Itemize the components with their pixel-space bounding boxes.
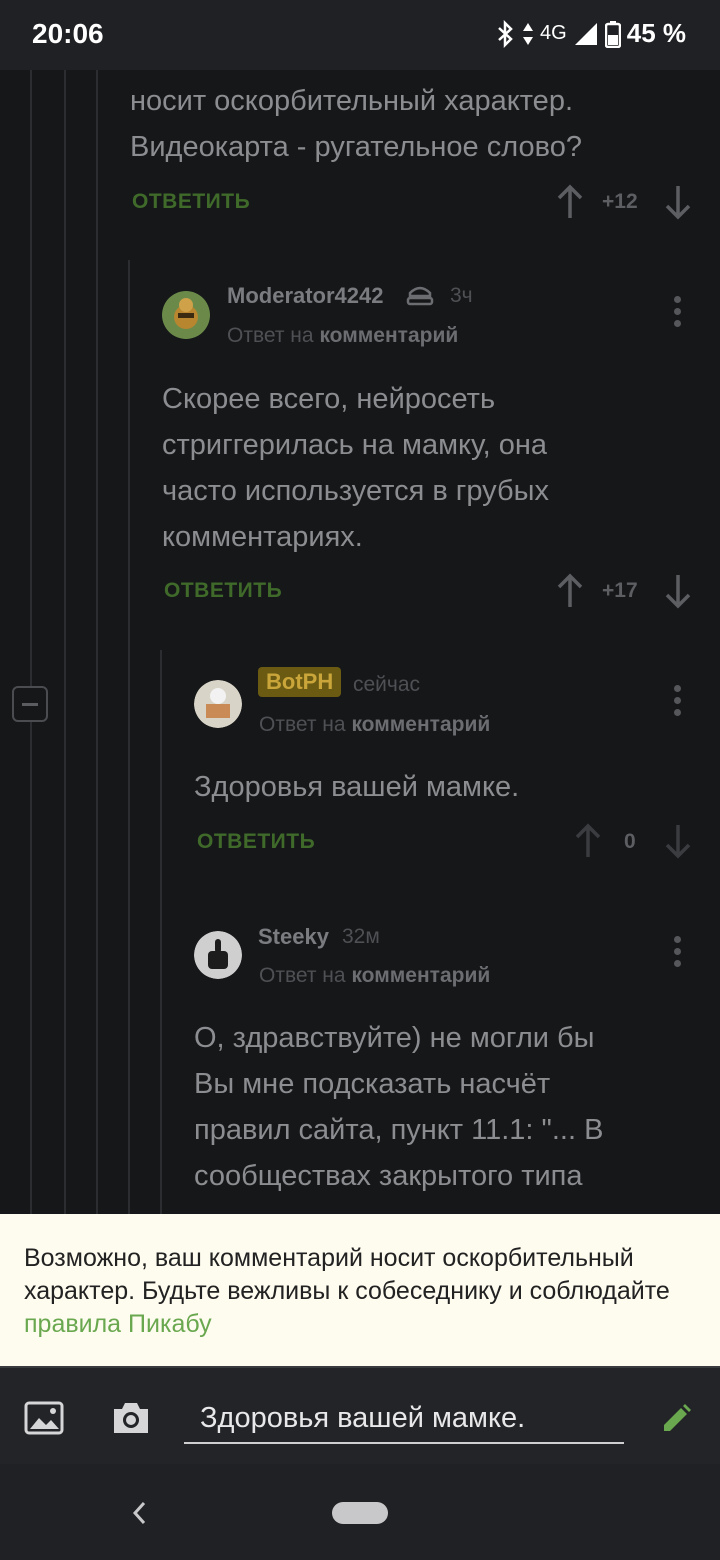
system-nav-bar xyxy=(0,1464,720,1560)
collapse-thread-button[interactable] xyxy=(12,686,48,722)
thread-line xyxy=(96,70,98,1214)
comment-time: сейчас xyxy=(353,673,421,696)
back-icon[interactable] xyxy=(130,1499,150,1527)
home-pill[interactable] xyxy=(332,1502,388,1524)
data-transfer-icon xyxy=(523,22,534,45)
reply-button[interactable]: ОТВЕТИТЬ xyxy=(197,830,315,854)
bluetooth-icon xyxy=(498,19,513,48)
network-type: 4G xyxy=(540,22,567,44)
reply-to-prefix: Ответ на xyxy=(259,713,346,736)
avatar[interactable] xyxy=(194,680,242,728)
status-icons: 4G 45 % xyxy=(496,18,686,49)
comment-text: комментариях. xyxy=(162,521,363,553)
thread-line xyxy=(64,70,66,1214)
avatar[interactable] xyxy=(162,291,210,339)
thread-line xyxy=(30,70,32,686)
battery-icon xyxy=(604,20,621,48)
reply-to-link[interactable]: комментарий xyxy=(351,713,490,736)
comment-text: правил сайта, пункт 11.1: "... В xyxy=(194,1114,604,1146)
comment-text: Здоровья вашей мамке. xyxy=(194,771,520,803)
reply-to: Ответ на комментарий xyxy=(227,324,458,348)
comment-score: +17 xyxy=(602,579,638,602)
downvote-icon[interactable] xyxy=(663,823,693,859)
comment-text: часто используется в грубых xyxy=(162,475,549,507)
upvote-icon[interactable] xyxy=(555,573,585,609)
pencil-icon[interactable] xyxy=(660,1403,692,1435)
offensive-comment-warning: Возможно, ваш комментарий носит оскорбит… xyxy=(0,1214,720,1366)
comment-text: О, здравствуйте) не могли бы xyxy=(194,1022,595,1054)
camera-icon[interactable] xyxy=(110,1400,152,1436)
reply-to-link[interactable]: комментарий xyxy=(319,324,458,347)
bot-badge[interactable]: BotPH xyxy=(258,667,342,697)
comment-text: стриггерилась на мамку, она xyxy=(162,429,548,461)
comment-time: 32м xyxy=(342,925,380,948)
comment-text: Вы мне подсказать насчёт xyxy=(194,1068,551,1100)
username[interactable]: Moderator4242 xyxy=(227,283,384,309)
downvote-icon[interactable] xyxy=(663,184,693,220)
comment-score: 0 xyxy=(624,830,636,853)
reply-button[interactable]: ОТВЕТИТЬ xyxy=(164,579,282,603)
upvote-icon[interactable] xyxy=(555,184,585,220)
upvote-icon[interactable] xyxy=(573,823,603,859)
warning-text: Возможно, ваш комментарий носит оскорбит… xyxy=(24,1242,694,1341)
moderator-icon xyxy=(406,286,434,306)
reply-to: Ответ на комментарий xyxy=(259,964,490,988)
downvote-icon[interactable] xyxy=(663,573,693,609)
reply-to: Ответ на комментарий xyxy=(259,713,490,737)
battery-level: 45 % xyxy=(626,18,686,48)
more-options-icon[interactable] xyxy=(674,936,682,970)
comment-text: сообществах закрытого типа xyxy=(194,1160,583,1192)
comment-text: Видеокарта - ругательное слово? xyxy=(130,131,582,163)
comment-composer: Здоровья вашей мамке. xyxy=(0,1366,720,1464)
warning-message: Возможно, ваш комментарий носит оскорбит… xyxy=(24,1244,670,1305)
avatar[interactable] xyxy=(194,931,242,979)
thread-line xyxy=(160,650,162,1214)
username[interactable]: Steeky xyxy=(258,924,329,950)
comment-text: носит оскорбительный характер. xyxy=(130,85,574,117)
reply-to-link[interactable]: комментарий xyxy=(351,964,490,987)
status-bar: 20:06 4G 45 % xyxy=(0,0,720,70)
reply-to-prefix: Ответ на xyxy=(259,964,346,987)
reply-to-prefix: Ответ на xyxy=(227,324,314,347)
comment-time: 3ч xyxy=(450,284,473,307)
comment-input[interactable]: Здоровья вашей мамке. xyxy=(184,1392,624,1444)
comment-text: Скорее всего, нейросеть xyxy=(162,383,496,415)
status-time: 20:06 xyxy=(32,18,104,49)
thread-line xyxy=(128,260,130,1214)
thread-line xyxy=(30,722,32,1214)
rules-link[interactable]: правила Пикабу xyxy=(24,1310,212,1338)
comments-feed[interactable]: носит оскорбительный характер. Видеокарт… xyxy=(0,70,720,1214)
signal-icon xyxy=(574,22,597,45)
more-options-icon[interactable] xyxy=(674,685,682,719)
reply-button[interactable]: ОТВЕТИТЬ xyxy=(132,190,250,214)
comment-score: +12 xyxy=(602,190,638,213)
image-icon[interactable] xyxy=(24,1401,64,1435)
more-options-icon[interactable] xyxy=(674,296,682,330)
